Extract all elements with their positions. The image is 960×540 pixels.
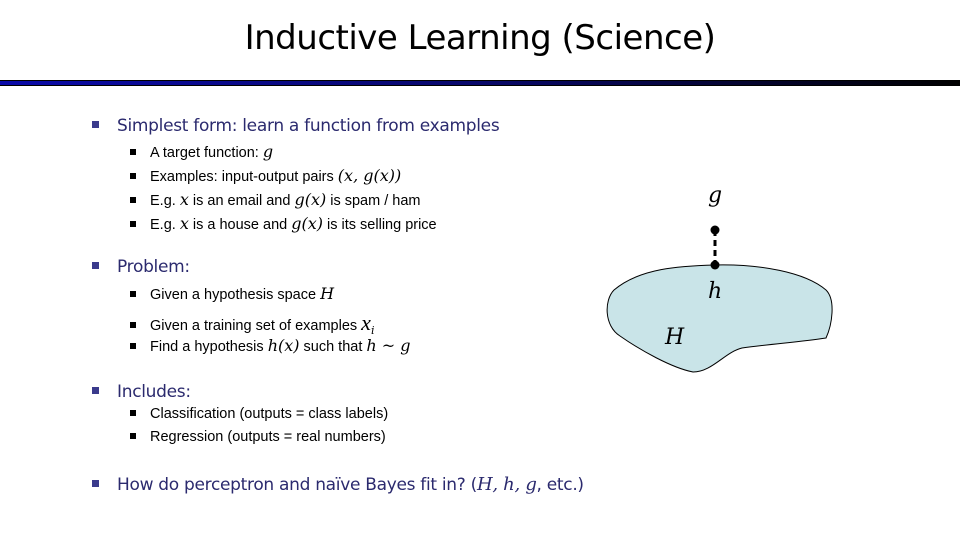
label-h: h xyxy=(708,279,722,304)
label-g: g xyxy=(708,183,722,208)
label-H: H xyxy=(664,325,685,350)
target-point-g xyxy=(710,225,720,235)
hypothesis-space-diagram: g h H xyxy=(606,183,833,373)
hypothesis-point-h xyxy=(710,260,720,270)
